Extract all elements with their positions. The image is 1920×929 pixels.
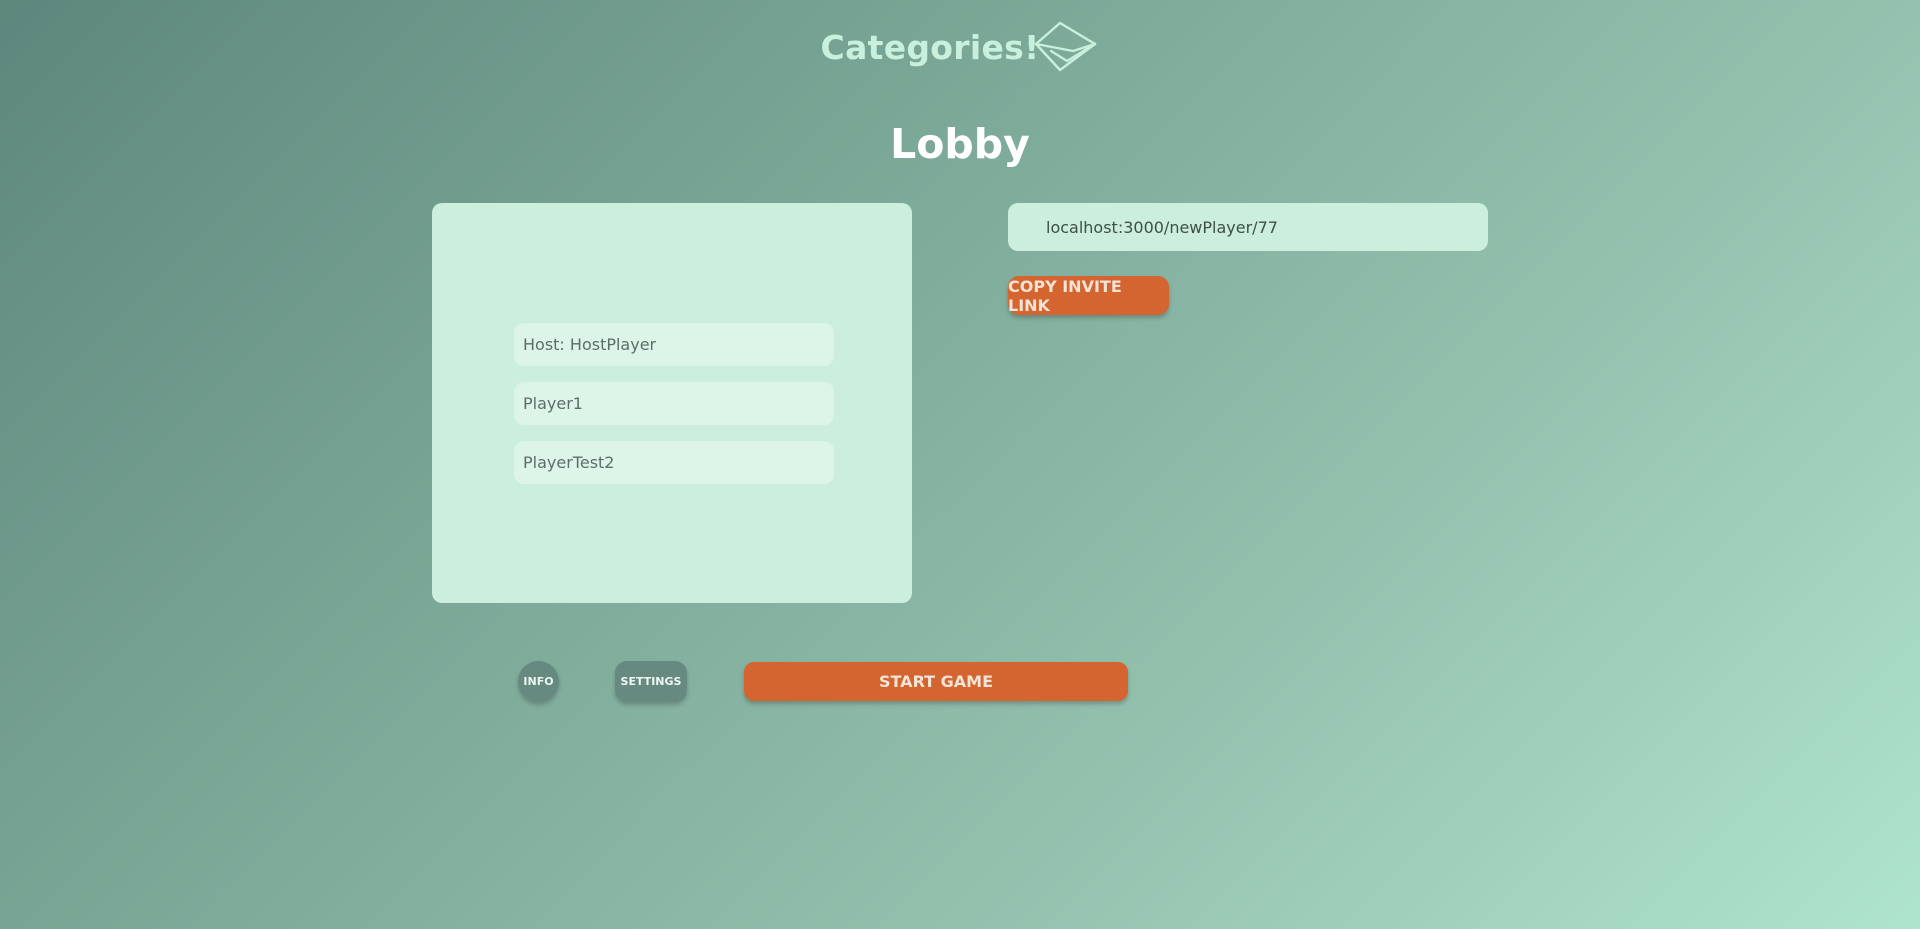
app-logo-text: Categories! [820,27,1040,67]
start-game-button[interactable]: START GAME [744,662,1128,701]
player-row-host: Host: HostPlayer [514,323,834,366]
paper-plane-envelope-icon [1035,21,1097,72]
players-panel: Host: HostPlayer Player1 PlayerTest2 [432,203,912,603]
app-logo[interactable]: Categories! [821,18,1100,76]
settings-button[interactable]: SETTINGS [615,661,687,702]
players-list: Host: HostPlayer Player1 PlayerTest2 [514,323,834,500]
copy-invite-link-button[interactable]: COPY INVITE LINK [1008,276,1169,315]
player-row: Player1 [514,382,834,425]
page-title: Lobby [890,120,1030,168]
invite-link-field[interactable]: localhost:3000/newPlayer/77 [1008,203,1488,251]
app-header: Categories! [0,18,1920,76]
info-button[interactable]: INFO [518,661,559,702]
player-row: PlayerTest2 [514,441,834,484]
